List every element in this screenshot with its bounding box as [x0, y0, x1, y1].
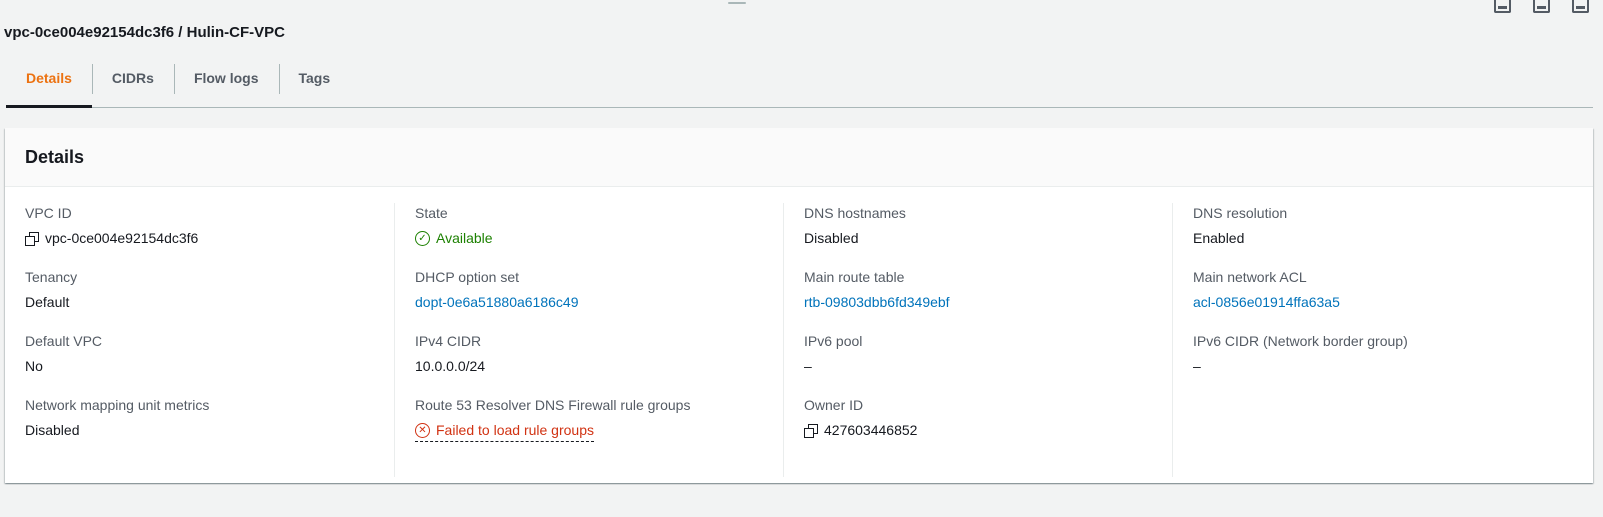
tab-details[interactable]: Details: [6, 62, 92, 108]
dns-resolution-label: DNS resolution: [1193, 205, 1288, 221]
field-ipv4-cidr: IPv4 CIDR 10.0.0.0/24: [415, 331, 783, 395]
dns-hostnames-value: Disabled: [804, 230, 859, 246]
copy-icon[interactable]: [804, 423, 818, 438]
field-tenancy: Tenancy Default: [25, 267, 394, 331]
tab-bar: Details CIDRs Flow logs Tags: [6, 62, 1593, 108]
state-label: State: [415, 205, 448, 221]
field-vpc-id: VPC ID vpc-0ce004e92154dc3f6: [25, 203, 394, 267]
field-main-network-acl: Main network ACL acl-0856e01914ffa63a5: [1193, 267, 1561, 331]
ipv4-cidr-value: 10.0.0.0/24: [415, 358, 486, 374]
tab-tags[interactable]: Tags: [278, 62, 351, 106]
default-vpc-label: Default VPC: [25, 333, 103, 349]
route53-error-text: Failed to load rule groups: [436, 422, 594, 438]
panel-layout-bottom-icon[interactable]: [1494, 0, 1511, 13]
check-circle-icon: ✓: [415, 231, 430, 246]
ipv6-cidr-label: IPv6 CIDR (Network border group): [1193, 333, 1408, 349]
owner-id-value: 427603446852: [824, 422, 918, 438]
details-card-title: Details: [25, 146, 85, 167]
copy-icon[interactable]: [25, 231, 39, 246]
ipv4-cidr-label: IPv4 CIDR: [415, 333, 482, 349]
route53-value-row: ✕ Failed to load rule groups: [415, 422, 783, 442]
tab-flow-logs-label: Flow logs: [193, 70, 259, 86]
nmu-metrics-value: Disabled: [25, 422, 80, 438]
vpc-id-value-row: vpc-0ce004e92154dc3f6: [25, 230, 394, 247]
details-column-4: DNS resolution Enabled Main network ACL …: [1172, 203, 1561, 477]
field-dhcp-option-set: DHCP option set dopt-0e6a51880a6186c49: [415, 267, 783, 331]
main-route-table-label: Main route table: [804, 269, 905, 285]
field-ipv6-cidr: IPv6 CIDR (Network border group) –: [1193, 331, 1561, 395]
state-value: Available: [436, 230, 493, 246]
details-columns: VPC ID vpc-0ce004e92154dc3f6 Tenancy Def…: [5, 187, 1593, 477]
ipv6-cidr-value: –: [1193, 358, 1201, 374]
details-column-3: DNS hostnames Disabled Main route table …: [783, 203, 1172, 477]
ipv6-pool-label: IPv6 pool: [804, 333, 863, 349]
tenancy-label: Tenancy: [25, 269, 78, 285]
details-column-1: VPC ID vpc-0ce004e92154dc3f6 Tenancy Def…: [5, 203, 394, 477]
field-network-mapping-unit-metrics: Network mapping unit metrics Disabled: [25, 395, 394, 459]
route53-label: Route 53 Resolver DNS Firewall rule grou…: [415, 397, 691, 413]
details-column-2: State ✓ Available DHCP option set dopt-0…: [394, 203, 783, 477]
main-network-acl-label: Main network ACL: [1193, 269, 1307, 285]
vpc-id-label: VPC ID: [25, 205, 72, 221]
owner-id-label: Owner ID: [804, 397, 864, 413]
dhcp-label: DHCP option set: [415, 269, 520, 285]
field-default-vpc: Default VPC No: [25, 331, 394, 395]
tenancy-value: Default: [25, 294, 70, 310]
tab-cidrs-label: CIDRs: [111, 70, 154, 86]
nmu-metrics-label: Network mapping unit metrics: [25, 397, 210, 413]
ipv6-pool-value: –: [804, 358, 812, 374]
x-circle-icon: ✕: [415, 423, 430, 438]
main-network-acl-link[interactable]: acl-0856e01914ffa63a5: [1193, 294, 1340, 311]
details-card: Details VPC ID vpc-0ce004e92154dc3f6 Ten…: [5, 128, 1593, 483]
page-title: vpc-0ce004e92154dc3f6 / Hulin-CF-VPC: [4, 24, 285, 41]
default-vpc-value: No: [25, 358, 43, 374]
panel-layout-full-icon[interactable]: [1572, 0, 1589, 13]
tab-flow-logs[interactable]: Flow logs: [173, 62, 279, 106]
dns-resolution-value: Enabled: [1193, 230, 1245, 246]
dns-hostnames-label: DNS hostnames: [804, 205, 906, 221]
details-card-header: Details: [5, 128, 1593, 187]
panel-layout-controls: [1494, 0, 1589, 13]
main-route-table-link[interactable]: rtb-09803dbb6fd349ebf: [804, 294, 950, 311]
vpc-id-value: vpc-0ce004e92154dc3f6: [45, 230, 199, 246]
tab-details-label: Details: [26, 70, 72, 86]
route53-error-popover[interactable]: ✕ Failed to load rule groups: [415, 422, 594, 442]
field-owner-id: Owner ID 427603446852: [804, 395, 1172, 459]
panel-resize-handle[interactable]: [728, 2, 746, 4]
field-ipv6-pool: IPv6 pool –: [804, 331, 1172, 395]
field-main-route-table: Main route table rtb-09803dbb6fd349ebf: [804, 267, 1172, 331]
field-dns-resolution: DNS resolution Enabled: [1193, 203, 1561, 267]
state-value-row: ✓ Available: [415, 230, 783, 247]
field-state: State ✓ Available: [415, 203, 783, 267]
field-dns-hostnames: DNS hostnames Disabled: [804, 203, 1172, 267]
panel-layout-side-icon[interactable]: [1533, 0, 1550, 13]
tab-tags-label: Tags: [298, 70, 331, 86]
owner-id-value-row: 427603446852: [804, 422, 1172, 439]
field-route53-firewall-rule-groups: Route 53 Resolver DNS Firewall rule grou…: [415, 395, 783, 459]
tab-cidrs[interactable]: CIDRs: [91, 62, 174, 106]
dhcp-option-set-link[interactable]: dopt-0e6a51880a6186c49: [415, 294, 579, 311]
